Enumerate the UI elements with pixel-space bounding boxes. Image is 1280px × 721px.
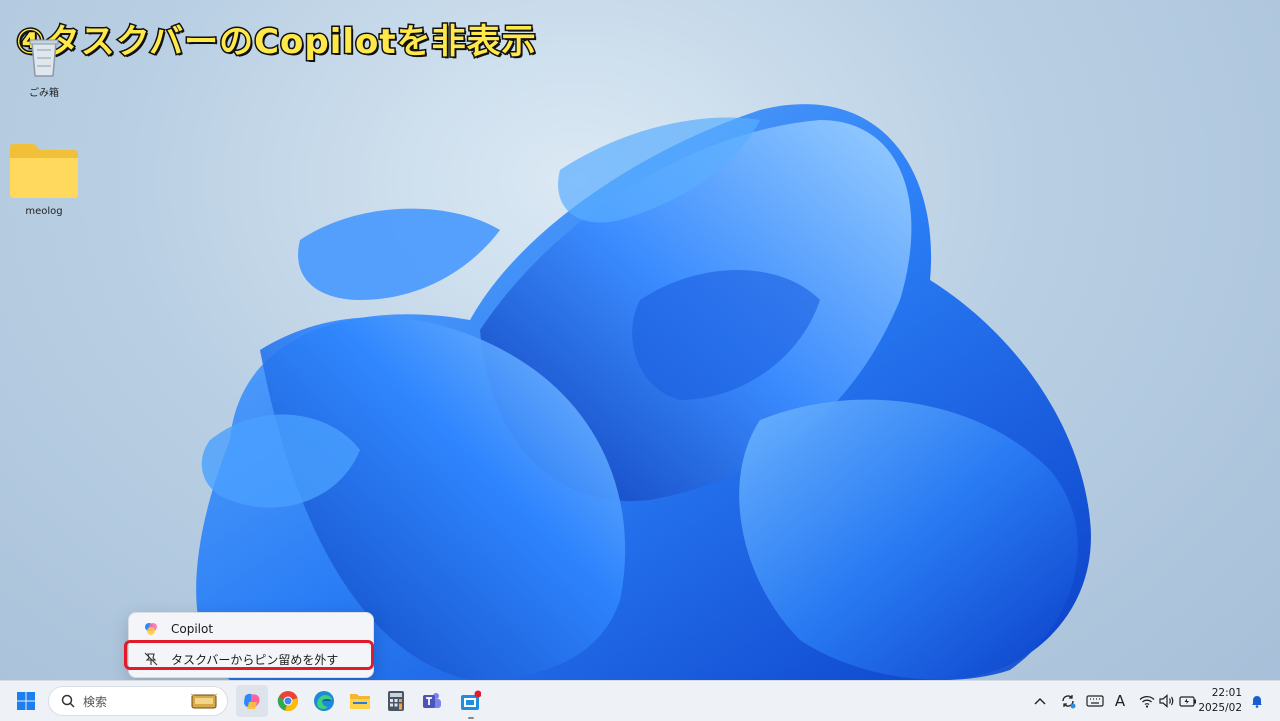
teams-icon bbox=[423, 693, 441, 708]
desktop-icon-label: ごみ箱 bbox=[29, 88, 59, 99]
taskbar-app-chrome[interactable] bbox=[272, 685, 304, 717]
tray-battery-button[interactable] bbox=[1178, 689, 1198, 713]
volume-icon bbox=[1159, 694, 1174, 708]
tray-sync-button[interactable] bbox=[1058, 689, 1078, 713]
sync-icon bbox=[1062, 695, 1076, 709]
keyboard-icon bbox=[1086, 695, 1104, 707]
file-explorer-icon bbox=[350, 694, 370, 709]
calculator-icon bbox=[388, 691, 404, 711]
search-highlight-icon bbox=[190, 693, 218, 709]
taskbar-app-calculator[interactable] bbox=[380, 685, 412, 717]
ime-mode-indicator[interactable]: A bbox=[1110, 689, 1130, 713]
copilot-icon bbox=[143, 621, 159, 637]
taskbar-app-edge[interactable] bbox=[308, 685, 340, 717]
search-icon bbox=[61, 694, 75, 708]
folder-icon bbox=[10, 144, 78, 198]
taskbar-clock[interactable]: 22:01 2025/02 bbox=[1198, 686, 1242, 716]
wifi-icon bbox=[1139, 695, 1155, 708]
tray-keyboard-button[interactable] bbox=[1084, 689, 1106, 713]
chevron-up-icon bbox=[1034, 698, 1046, 705]
search-placeholder: 検索 bbox=[83, 694, 108, 709]
taskbar-app-file-explorer[interactable] bbox=[344, 685, 376, 717]
taskbar: 検索 A 22:01 2025/02 bbox=[0, 680, 1280, 721]
taskbar-app-store[interactable] bbox=[454, 685, 486, 717]
bell-icon bbox=[1252, 696, 1262, 708]
desktop-icon-folder[interactable]: meolog bbox=[4, 142, 84, 217]
annotation-highlight-box bbox=[124, 640, 374, 670]
notification-center-button[interactable] bbox=[1248, 689, 1266, 713]
menu-item-label: Copilot bbox=[171, 622, 214, 636]
start-button[interactable] bbox=[10, 685, 42, 717]
tray-wifi-button[interactable] bbox=[1138, 689, 1156, 713]
tray-volume-button[interactable] bbox=[1158, 689, 1176, 713]
taskbar-app-copilot[interactable] bbox=[236, 685, 268, 717]
copilot-icon bbox=[244, 693, 260, 709]
taskbar-app-teams[interactable] bbox=[416, 685, 448, 717]
edge-icon bbox=[314, 691, 334, 711]
taskbar-search-box[interactable]: 検索 bbox=[48, 686, 228, 716]
tutorial-banner-title: ④タスクバーのCopilotを非表示 bbox=[15, 21, 538, 64]
battery-charging-icon bbox=[1179, 696, 1196, 707]
windows-start-icon bbox=[17, 692, 35, 710]
active-app-indicator bbox=[468, 717, 474, 719]
menu-item-copilot[interactable]: Copilot bbox=[135, 615, 367, 643]
clock-date: 2025/02 bbox=[1198, 702, 1242, 714]
desktop-icon-label: meolog bbox=[25, 206, 63, 217]
recycle-bin-icon bbox=[29, 39, 59, 77]
show-hidden-icons-button[interactable] bbox=[1032, 689, 1048, 713]
clock-time: 22:01 bbox=[1211, 687, 1242, 699]
chrome-icon bbox=[277, 691, 299, 711]
store-icon bbox=[461, 690, 481, 710]
desktop-icon-recycle-bin[interactable]: ごみ箱 bbox=[4, 34, 84, 99]
